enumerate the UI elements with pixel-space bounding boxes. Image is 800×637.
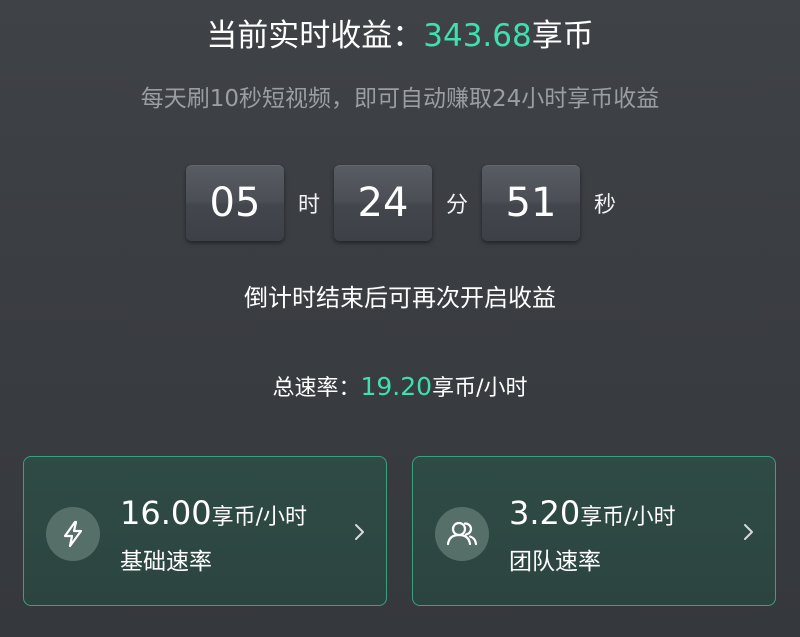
base-rate-number: 16.00 [120, 494, 212, 532]
earnings-prefix: 当前实时收益： [206, 18, 424, 54]
countdown-hours: 05 [186, 165, 284, 241]
countdown-hint: 倒计时结束后可再次开启收益 [244, 284, 556, 312]
team-rate-unit: 享币/小时 [580, 505, 676, 530]
earnings-subtitle: 每天刷10秒短视频，即可自动赚取24小时享币收益 [140, 86, 660, 112]
total-rate: 总速率：19.20享币/小时 [0, 370, 800, 406]
current-earnings-title: 当前实时收益：343.68享币 [0, 14, 800, 58]
total-rate-label: 总速率： [272, 376, 361, 401]
countdown-minutes-unit: 分 [445, 193, 468, 218]
countdown-timer: 05 时 24 分 51 秒 [186, 165, 630, 241]
total-rate-unit: 享币/小时 [432, 376, 528, 401]
earnings-unit: 享币 [531, 18, 594, 54]
countdown-minutes: 24 [334, 165, 432, 241]
earnings-value: 343.68 [423, 18, 532, 54]
chevron-right-icon [744, 524, 753, 540]
base-rate-card[interactable]: 16.00享币/小时 基础速率 [23, 456, 387, 606]
chevron-right-icon [355, 524, 364, 540]
lightning-icon [46, 507, 100, 561]
countdown-seconds-unit: 秒 [593, 193, 616, 218]
team-rate-number: 3.20 [509, 494, 581, 532]
base-rate-label: 基础速率 [120, 549, 212, 575]
base-rate-unit: 享币/小时 [211, 505, 308, 530]
countdown-seconds: 51 [482, 165, 580, 241]
base-rate-value: 16.00享币/小时 [120, 493, 307, 538]
total-rate-value: 19.20 [360, 372, 433, 401]
team-rate-value: 3.20享币/小时 [509, 493, 676, 538]
team-rate-card[interactable]: 3.20享币/小时 团队速率 [412, 456, 776, 606]
team-icon [435, 507, 489, 561]
countdown-hours-unit: 时 [297, 193, 320, 218]
team-rate-label: 团队速率 [509, 549, 601, 575]
